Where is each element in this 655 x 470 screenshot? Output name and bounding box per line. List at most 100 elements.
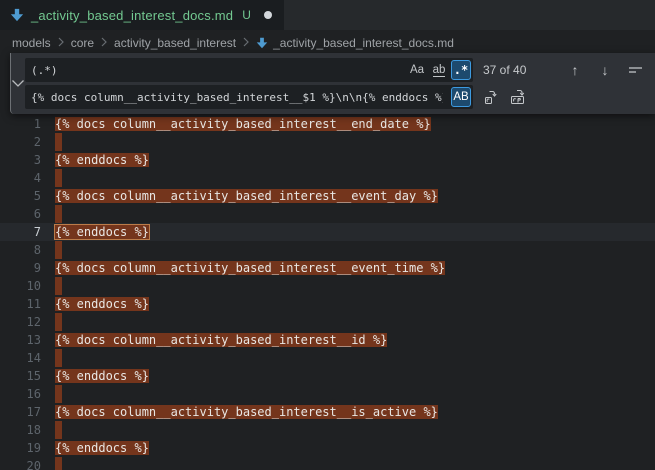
code-line[interactable]: 3 {% enddocs %} bbox=[0, 151, 655, 169]
editor-content[interactable]: 1 {% docs column__activity_based_interest… bbox=[0, 115, 655, 470]
code-line[interactable]: 8 bbox=[0, 241, 655, 259]
find-match-highlight bbox=[55, 421, 62, 439]
code-line[interactable]: 10 bbox=[0, 277, 655, 295]
line-number[interactable]: 6 bbox=[0, 205, 41, 223]
find-match-highlight: {% enddocs %} bbox=[55, 441, 149, 455]
next-match-button[interactable]: ↓ bbox=[595, 60, 615, 80]
code-line[interactable]: 20 bbox=[0, 457, 655, 470]
match-case-button[interactable]: Aa bbox=[407, 60, 427, 80]
line-content: {% enddocs %} bbox=[55, 295, 149, 313]
replace-row: AB bbox=[25, 85, 655, 109]
chevron-right-icon bbox=[100, 37, 108, 47]
line-number[interactable]: 20 bbox=[0, 457, 41, 470]
line-number[interactable]: 13 bbox=[0, 331, 41, 349]
line-number[interactable]: 11 bbox=[0, 295, 41, 313]
find-match-highlight: {% docs column__activity_based_interest_… bbox=[55, 261, 445, 275]
arrow-up-icon: ↑ bbox=[572, 62, 579, 78]
line-number[interactable]: 14 bbox=[0, 349, 41, 367]
find-match-highlight bbox=[55, 385, 62, 403]
line-number[interactable]: 3 bbox=[0, 151, 41, 169]
find-match-highlight bbox=[55, 241, 62, 259]
line-content bbox=[55, 133, 62, 151]
find-match-highlight: {% enddocs %} bbox=[55, 153, 149, 167]
line-content: {% docs column__activity_based_interest_… bbox=[55, 115, 431, 133]
line-number[interactable]: 4 bbox=[0, 169, 41, 187]
line-number[interactable]: 10 bbox=[0, 277, 41, 295]
find-replace-widget: Aa ab .* 37 of 40 ↑ ↓ bbox=[10, 53, 655, 114]
line-number[interactable]: 2 bbox=[0, 133, 41, 151]
breadcrumb: models core activity_based_interest _act… bbox=[0, 30, 655, 55]
code-line[interactable]: 14 bbox=[0, 349, 655, 367]
markdown-file-icon bbox=[256, 37, 268, 49]
find-in-selection-button[interactable] bbox=[625, 60, 645, 80]
line-content: {% docs column__activity_based_interest_… bbox=[55, 259, 445, 277]
find-match-highlight bbox=[55, 277, 62, 295]
line-number[interactable]: 17 bbox=[0, 403, 41, 421]
line-number[interactable]: 19 bbox=[0, 439, 41, 457]
code-line[interactable]: 12 bbox=[0, 313, 655, 331]
unsaved-changes-dot[interactable] bbox=[264, 11, 272, 19]
preserve-case-button[interactable]: AB bbox=[451, 87, 471, 107]
find-input[interactable] bbox=[25, 58, 405, 82]
line-number[interactable]: 15 bbox=[0, 367, 41, 385]
find-match-highlight: {% docs column__activity_based_interest_… bbox=[55, 333, 387, 347]
breadcrumb-filename: _activity_based_interest_docs.md bbox=[273, 36, 454, 50]
preserve-case-label: AB bbox=[453, 91, 468, 103]
line-content bbox=[55, 385, 62, 403]
breadcrumb-item-activity-based-interest[interactable]: activity_based_interest bbox=[114, 36, 236, 50]
line-number[interactable]: 8 bbox=[0, 241, 41, 259]
chevron-right-icon bbox=[242, 37, 250, 47]
find-match-highlight bbox=[55, 169, 62, 187]
code-line[interactable]: 4 bbox=[0, 169, 655, 187]
replace-button[interactable] bbox=[481, 87, 501, 107]
toggle-replace-button[interactable] bbox=[11, 58, 25, 109]
code-line[interactable]: 11 {% enddocs %} bbox=[0, 295, 655, 313]
find-match-highlight bbox=[55, 313, 62, 331]
git-status-badge: U bbox=[242, 8, 251, 22]
code-line[interactable]: 16 bbox=[0, 385, 655, 403]
code-line[interactable]: 5{% docs column__activity_based_interest… bbox=[0, 187, 655, 205]
previous-match-button[interactable]: ↑ bbox=[565, 60, 585, 80]
line-content bbox=[55, 349, 62, 367]
breadcrumb-item-models[interactable]: models bbox=[12, 36, 51, 50]
code-line[interactable]: 18 bbox=[0, 421, 655, 439]
line-content bbox=[55, 277, 62, 295]
find-match-highlight: {% docs column__activity_based_interest_… bbox=[55, 405, 438, 419]
line-content: {% enddocs %} bbox=[55, 151, 149, 169]
find-match-highlight bbox=[55, 205, 62, 223]
replace-all-icon bbox=[510, 89, 527, 105]
arrow-down-icon: ↓ bbox=[602, 62, 609, 78]
code-line[interactable]: 2 bbox=[0, 133, 655, 151]
find-in-selection-icon bbox=[628, 65, 643, 75]
code-line[interactable]: 19 {% enddocs %} bbox=[0, 439, 655, 457]
whole-word-button[interactable]: ab bbox=[429, 60, 449, 80]
line-number[interactable]: 9 bbox=[0, 259, 41, 277]
code-line[interactable]: 6 bbox=[0, 205, 655, 223]
line-number[interactable]: 16 bbox=[0, 385, 41, 403]
chevron-down-icon bbox=[11, 79, 25, 88]
line-number[interactable]: 18 bbox=[0, 421, 41, 439]
code-line[interactable]: 9 {% docs column__activity_based_interest… bbox=[0, 259, 655, 277]
line-number[interactable]: 5 bbox=[0, 187, 41, 205]
code-line[interactable]: 1 {% docs column__activity_based_interest… bbox=[0, 115, 655, 133]
find-match-highlight: {% docs column__activity_based_interest_… bbox=[55, 117, 431, 131]
find-match-highlight: {% enddocs %} bbox=[55, 369, 149, 383]
code-line[interactable]: 17 {% docs column__activity_based_interes… bbox=[0, 403, 655, 421]
line-number[interactable]: 12 bbox=[0, 313, 41, 331]
line-number[interactable]: 7 bbox=[0, 223, 41, 241]
line-content bbox=[55, 421, 62, 439]
line-number[interactable]: 1 bbox=[0, 115, 41, 133]
line-content: {% docs column__activity_based_interest_… bbox=[55, 403, 438, 421]
code-line[interactable]: 13 {% docs column__activity_based_interes… bbox=[0, 331, 655, 349]
code-line[interactable]: 15 {% enddocs %} bbox=[0, 367, 655, 385]
regex-button[interactable]: .* bbox=[451, 60, 471, 80]
replace-all-button[interactable] bbox=[508, 87, 528, 107]
tab-active-file[interactable]: _activity_based_interest_docs.md U bbox=[0, 0, 284, 30]
line-content bbox=[55, 457, 62, 470]
breadcrumb-item-core[interactable]: core bbox=[71, 36, 94, 50]
current-find-match: {% enddocs %} bbox=[55, 225, 149, 239]
breadcrumb-item-file[interactable]: _activity_based_interest_docs.md bbox=[256, 36, 454, 50]
find-match-highlight bbox=[55, 133, 62, 151]
code-line[interactable]: 7 {% enddocs %} bbox=[0, 223, 655, 241]
replace-input[interactable] bbox=[25, 85, 449, 109]
